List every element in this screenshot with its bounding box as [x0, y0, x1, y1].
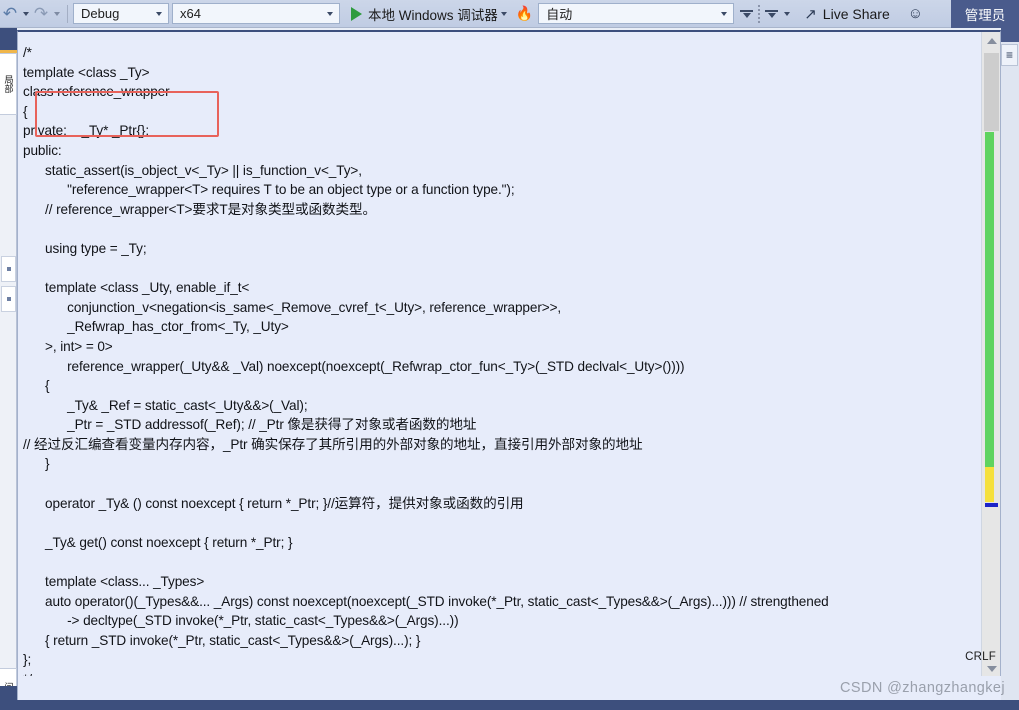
code-line: // reference_wrapper<T>要求T是对象类型或函数类型。 — [23, 201, 376, 217]
left-docked-toolwindow-rail: 局部 问题 — [0, 28, 17, 710]
code-line: auto operator()(_Types&&... _Args) const… — [23, 593, 829, 609]
code-line: using type = _Ty; — [23, 240, 147, 256]
code-line: "reference_wrapper<T> requires T to be a… — [23, 182, 515, 198]
caret-position-marker — [985, 503, 998, 507]
properties-icon[interactable]: ≡ — [1001, 44, 1018, 66]
solution-platform-value: x64 — [180, 6, 201, 21]
right-rail-header — [1001, 28, 1019, 42]
standard-toolbar: ↶ ↷ Debug x64 本地 Windows 调试器 🔥 自动 ↗ Live… — [0, 0, 1019, 28]
vertical-scrollbar[interactable] — [981, 32, 1000, 677]
code-line: operator _Ty& () const noexcept { return… — [23, 495, 524, 511]
code-line: conjunction_v<negation<is_same<_Remove_c… — [23, 299, 562, 315]
unsaved-changes-marker — [985, 467, 994, 502]
code-line: -> decltype(_STD invoke(*_Ptr, static_ca… — [23, 613, 459, 629]
toolbar-divider — [67, 4, 68, 23]
code-line: reference_wrapper(_Uty&& _Val) noexcept(… — [23, 358, 685, 374]
solution-platform-combobox[interactable]: x64 — [172, 3, 340, 24]
undo-redo-group: ↶ ↷ — [0, 0, 62, 27]
code-line: _Ty& _Ref = static_cast<_Uty&&>(_Val); — [23, 397, 308, 413]
code-editor-window: /* template <class _Ty>class reference_wr… — [17, 30, 1002, 707]
scrollbar-thumb[interactable] — [984, 53, 999, 131]
share-icon: ↗ — [804, 5, 817, 23]
code-line: _Ptr = _STD addressof(_Ref); // _Ptr 像是获… — [23, 417, 477, 433]
step-controls-group — [737, 0, 792, 27]
scroll-up-arrow-icon[interactable] — [982, 32, 1001, 49]
undo-dropdown-chevron-down-icon[interactable] — [23, 11, 29, 16]
visual-studio-window: ↶ ↷ Debug x64 本地 Windows 调试器 🔥 自动 ↗ Live… — [0, 0, 1019, 710]
code-line: public: — [23, 142, 62, 158]
code-line: static_assert(is_object_v<_Ty> || is_fun… — [23, 162, 362, 178]
code-line: }; — [23, 652, 32, 668]
code-line: /* — [23, 45, 32, 60]
step-dropdown-chevron-down-icon[interactable] — [784, 11, 791, 16]
live-share-button[interactable]: ↗ Live Share — [804, 5, 890, 23]
person-feedback-icon[interactable]: ☺ — [908, 5, 923, 22]
debug-target-chevron-down-icon[interactable] — [500, 11, 507, 16]
rail-header — [0, 28, 17, 50]
watermark: CSDN @zhangzhangkej — [840, 680, 1005, 696]
configuration-chevron-down-icon[interactable] — [156, 11, 162, 16]
code-line: { — [23, 103, 28, 119]
code-line: template <class _Uty, enable_if_t< — [23, 280, 250, 296]
hot-reload-combobox[interactable]: 自动 — [538, 3, 735, 24]
source-code-text[interactable]: /* template <class _Ty>class reference_wr… — [23, 43, 982, 677]
hot-reload-value: 自动 — [546, 7, 573, 22]
step-over-icon[interactable] — [765, 9, 779, 18]
toolbar-overflow-dots-icon[interactable] — [758, 4, 761, 23]
start-debug-group[interactable]: 本地 Windows 调试器 🔥 — [343, 0, 538, 27]
collapsed-panel-icon-2[interactable] — [1, 286, 16, 312]
admin-badge-label: 管理员 — [964, 8, 1006, 23]
hot-reload-chevron-down-icon[interactable] — [721, 11, 728, 16]
code-line: _Refwrap_has_ctor_from<_Ty, _Uty> — [23, 319, 289, 335]
window-bottom-left-chrome — [0, 686, 17, 700]
code-line: _Ty& get() const noexcept { return *_Ptr… — [23, 534, 293, 550]
right-docked-rail — [1001, 28, 1019, 710]
collapsed-panel-icon[interactable] — [1, 256, 16, 282]
changed-lines-marker — [985, 132, 994, 467]
code-line: template <class _Ty> — [23, 64, 150, 80]
solution-configuration-combobox[interactable]: Debug — [73, 3, 169, 24]
sidebar-item-locals[interactable]: 局部 — [0, 53, 17, 115]
editor-gutter — [18, 32, 22, 677]
code-line: class reference_wrapper — [23, 84, 170, 100]
window-bottom-chrome — [0, 700, 1019, 710]
start-debugging-label: 本地 Windows 调试器 — [368, 7, 498, 23]
code-line: } — [23, 456, 50, 472]
code-line: template <class... _Types> — [23, 574, 205, 590]
line-ending-indicator[interactable]: CRLF — [965, 651, 996, 663]
flame-icon[interactable]: 🔥 — [516, 5, 533, 22]
status-badge: 管理员 — [951, 0, 1019, 28]
code-line: { return _STD invoke(*_Ptr, static_cast<… — [23, 632, 421, 648]
platform-chevron-down-icon[interactable] — [327, 11, 333, 16]
code-line: private: _Ty* _Ptr{}; — [23, 123, 150, 139]
play-triangle-icon[interactable] — [351, 6, 362, 21]
redo-arrow-icon[interactable]: ↷ — [31, 2, 51, 26]
code-line: >, int> = 0> — [23, 338, 113, 354]
code-line: // 经过反汇编查看变量内存内容，_Ptr 确实保存了其所引用的外部对象的地址，… — [23, 436, 643, 452]
code-line: { — [23, 378, 50, 394]
sidebar-item-locals-label: 局部 — [3, 75, 14, 93]
step-into-icon[interactable] — [740, 9, 754, 18]
live-share-label: Live Share — [822, 5, 890, 22]
solution-configuration-value: Debug — [81, 6, 120, 21]
redo-dropdown-chevron-down-icon[interactable] — [54, 11, 60, 16]
code-editor-surface[interactable]: /* template <class _Ty>class reference_wr… — [18, 32, 982, 677]
undo-arrow-icon[interactable]: ↶ — [0, 2, 20, 26]
